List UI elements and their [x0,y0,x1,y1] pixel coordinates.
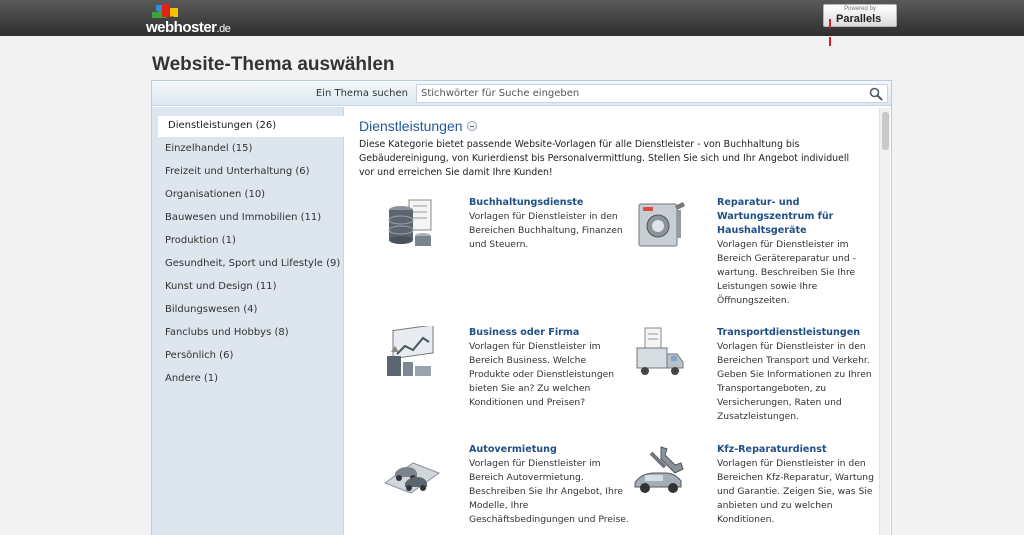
template-description: Vorlagen für Dienstleister im Bereich Au… [469,458,629,525]
sidebar-item-persoenlich[interactable]: Persönlich (6) [158,346,344,367]
sidebar-item-produktion[interactable]: Produktion (1) [158,231,344,252]
template-card[interactable]: Kfz-Reparaturdienst Vorlagen für Dienstl… [631,443,874,533]
sidebar-item-kunst[interactable]: Kunst und Design (11) [158,277,344,298]
template-card[interactable]: Buchhaltungsdienste Vorlagen für Dienstl… [383,196,623,296]
scrollbar-thumb[interactable] [882,112,889,150]
category-sidebar: Dienstleistungen (26) Einzelhandel (15) … [152,107,344,535]
car-rental-icon [383,462,441,494]
sidebar-item-andere[interactable]: Andere (1) [158,369,344,390]
webhoster-logo[interactable]: webhoster.de [146,2,236,36]
template-description: Vorlagen für Dienstleister in den Bereic… [469,211,623,250]
content-scrollbar[interactable] [879,108,890,535]
template-card[interactable]: Business oder Firma Vorlagen für Dienstl… [383,326,623,426]
template-description: Vorlagen für Dienstleister im Bereich Ge… [717,239,856,306]
sidebar-item-einzelhandel[interactable]: Einzelhandel (15) [158,139,344,160]
template-name[interactable]: Autovermietung [469,443,629,457]
top-bar: webhoster.de Powered by Parallels [0,0,1024,46]
template-description: Vorlagen für Dienstleister in den Bereic… [717,341,872,422]
sidebar-item-bauwesen[interactable]: Bauwesen und Immobilien (11) [158,208,344,229]
template-card[interactable]: Transportdienstleistungen Vorlagen für D… [631,326,872,436]
sidebar-item-gesundheit[interactable]: Gesundheit, Sport und Lifestyle (9) [158,254,344,275]
template-name[interactable]: Buchhaltungsdienste [469,196,629,210]
theme-panel: Ein Thema suchen Dienstleistungen (26) E… [151,80,892,535]
search-bar: Ein Thema suchen [152,81,891,106]
search-icon[interactable] [868,86,884,102]
sidebar-item-fanclubs[interactable]: Fanclubs und Hobbys (8) [158,323,344,344]
template-description: Vorlagen für Dienstleister in den Bereic… [717,458,874,525]
page-title: Website-Thema auswählen [152,54,395,75]
parallels-label: Parallels [836,13,882,25]
template-card[interactable]: Autovermietung Vorlagen für Dienstleiste… [383,443,629,533]
template-description: Vorlagen für Dienstleister im Bereich Bu… [469,341,615,408]
collapse-icon[interactable] [466,121,477,132]
category-description: Diese Kategorie bietet passende Website-… [359,139,850,178]
powered-by-label: Powered by [844,6,876,12]
transport-icon [636,327,684,375]
search-label: Ein Thema suchen [315,88,408,99]
sidebar-item-freizeit[interactable]: Freizeit und Unterhaltung (6) [158,162,344,183]
template-card[interactable]: Reparatur- und Wartungszentrum für Haush… [631,196,871,316]
business-icon [387,326,434,376]
category-title: Dienstleistungen [359,118,477,134]
logo-text: webhoster.de [146,19,231,36]
template-name[interactable]: Reparatur- und Wartungszentrum für Haush… [717,196,877,238]
appliance-repair-icon [638,202,685,247]
sidebar-item-organisationen[interactable]: Organisationen (10) [158,185,344,206]
accounting-icon [388,199,432,246]
search-input[interactable] [416,84,888,103]
template-name[interactable]: Transportdienstleistungen [717,326,877,340]
car-repair-icon [634,446,684,493]
category-content: Dienstleistungen Diese Kategorie bietet … [358,107,878,535]
template-name[interactable]: Business oder Firma [469,326,629,340]
powered-by-parallels-badge[interactable]: Powered by Parallels [823,4,897,46]
template-name[interactable]: Kfz-Reparaturdienst [717,443,877,457]
parallels-bars-icon [829,15,834,46]
sidebar-item-bildungswesen[interactable]: Bildungswesen (4) [158,300,344,321]
sidebar-item-dienstleistungen[interactable]: Dienstleistungen (26) [158,116,344,137]
